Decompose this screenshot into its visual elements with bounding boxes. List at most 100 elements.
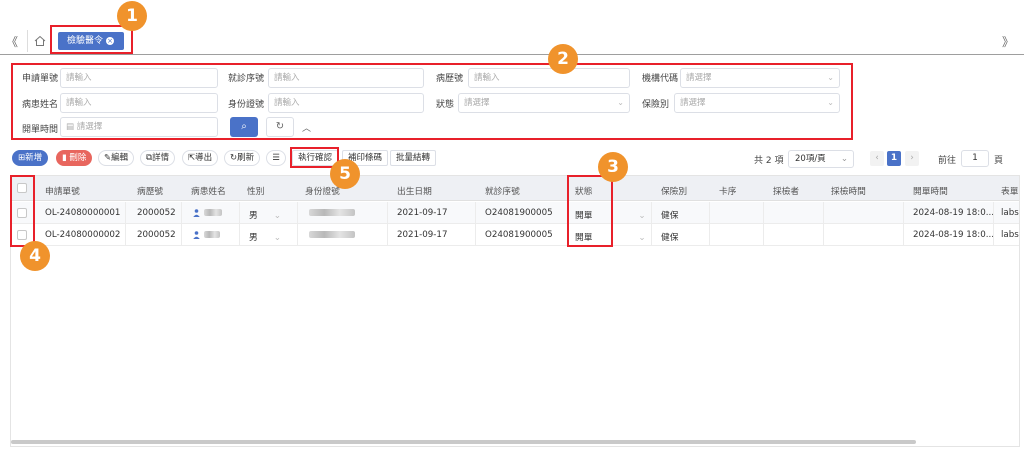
column-divider bbox=[903, 202, 904, 246]
th-patient-name[interactable]: 病患姓名 bbox=[191, 184, 226, 197]
delete-button[interactable]: ▮ 刪除 bbox=[56, 150, 93, 166]
redacted-name bbox=[204, 231, 220, 238]
cell-insurance: 健保 bbox=[661, 233, 679, 243]
column-divider bbox=[475, 202, 476, 246]
next-page-button[interactable]: › bbox=[905, 151, 919, 166]
cell-open-time: 2024-08-19 18:0... bbox=[913, 230, 995, 240]
chevron-down-icon: ⌄ bbox=[273, 211, 281, 221]
detail-button[interactable]: ⧉詳情 bbox=[140, 150, 176, 166]
page-number[interactable]: 1 bbox=[887, 151, 901, 166]
scroll-left-icon[interactable]: 《 bbox=[6, 33, 18, 50]
th-birth[interactable]: 出生日期 bbox=[397, 184, 432, 197]
orders-table: 申請單號 病歷號 病患姓名 性別 身份證號 出生日期 就診序號 狀態 保險別 卡… bbox=[10, 175, 1020, 447]
column-divider bbox=[651, 202, 652, 246]
cell-id-no bbox=[309, 230, 355, 240]
gender-value: 男 bbox=[249, 233, 258, 243]
column-divider bbox=[297, 202, 298, 246]
list-icon: ☰ bbox=[272, 153, 280, 163]
table-row[interactable]: OL-24080000002 2000052 男 ⌄ 2021-09-17 O24… bbox=[11, 224, 1019, 246]
delete-label: 刪除 bbox=[69, 153, 87, 163]
add-button[interactable]: ⊞新增 bbox=[12, 150, 49, 166]
goto-page-input[interactable]: 1 bbox=[961, 150, 989, 167]
callout-box-2 bbox=[11, 63, 853, 140]
goto-label: 前往 bbox=[938, 156, 957, 166]
chevron-down-icon: ⌄ bbox=[840, 154, 848, 164]
detail-label: 詳情 bbox=[152, 153, 170, 163]
cell-gender[interactable]: 男 ⌄ bbox=[249, 230, 281, 243]
th-id-no[interactable]: 身份證號 bbox=[305, 184, 340, 197]
th-mrn[interactable]: 病歷號 bbox=[137, 184, 163, 197]
column-divider bbox=[125, 202, 126, 246]
callout-box-4 bbox=[10, 175, 35, 247]
prev-page-button[interactable]: ‹ bbox=[870, 151, 884, 166]
column-divider bbox=[239, 202, 240, 246]
redacted-id bbox=[309, 209, 355, 216]
page-size-select[interactable]: 20項/頁 ⌄ bbox=[788, 150, 854, 168]
column-divider bbox=[709, 202, 710, 246]
th-form[interactable]: 表單 bbox=[1001, 184, 1018, 197]
table-row[interactable]: OL-24080000001 2000052 男 ⌄ 2021-09-17 O24… bbox=[11, 202, 1019, 224]
cell-mrn: 2000052 bbox=[137, 208, 176, 218]
table-header: 申請單號 病歷號 病患姓名 性別 身份證號 出生日期 就診序號 狀態 保險別 卡… bbox=[11, 176, 1019, 201]
refresh-button[interactable]: ↻刷新 bbox=[224, 150, 261, 166]
column-divider bbox=[763, 202, 764, 246]
callout-box-1 bbox=[50, 25, 133, 54]
cell-order-no: OL-24080000002 bbox=[45, 230, 121, 240]
callout-badge-4: 4 bbox=[20, 241, 50, 271]
cell-patient-name bbox=[193, 230, 220, 240]
export-button[interactable]: ⇱導出 bbox=[182, 150, 219, 166]
cell-mrn: 2000052 bbox=[137, 230, 176, 240]
redacted-id bbox=[309, 231, 355, 238]
batch-transfer-button[interactable]: 批量結轉 bbox=[390, 150, 437, 166]
user-icon bbox=[193, 208, 200, 217]
cell-birth: 2021-09-17 bbox=[397, 230, 448, 240]
th-visit-no[interactable]: 就診序號 bbox=[485, 184, 520, 197]
horizontal-scrollbar[interactable] bbox=[11, 440, 916, 444]
cell-patient-name bbox=[193, 208, 222, 218]
cell-insurance: 健保 bbox=[661, 211, 679, 221]
cell-id-no bbox=[309, 208, 355, 218]
tab-bar: 《 檢驗醫令 × 》 bbox=[0, 0, 1024, 55]
total-count: 共 2 項 bbox=[754, 156, 784, 166]
column-divider bbox=[993, 202, 994, 246]
edit-button[interactable]: ✎編輯 bbox=[98, 150, 135, 166]
callout-badge-2: 2 bbox=[548, 44, 578, 74]
column-settings-button[interactable]: ☰ bbox=[266, 150, 286, 166]
th-open-time[interactable]: 開單時間 bbox=[913, 184, 948, 197]
export-label: 導出 bbox=[195, 153, 213, 163]
th-collector[interactable]: 採檢者 bbox=[773, 184, 799, 197]
scroll-right-icon[interactable]: 》 bbox=[1002, 33, 1014, 50]
th-insurance[interactable]: 保險別 bbox=[661, 184, 687, 197]
redacted-name bbox=[204, 209, 222, 216]
cell-gender[interactable]: 男 ⌄ bbox=[249, 208, 281, 221]
refresh-label: 刷新 bbox=[237, 153, 255, 163]
callout-badge-5: 5 bbox=[330, 159, 360, 189]
column-divider bbox=[823, 202, 824, 246]
home-icon[interactable] bbox=[34, 35, 46, 47]
cell-visit-no: O24081900005 bbox=[485, 230, 553, 240]
add-label: 新增 bbox=[25, 153, 43, 163]
chevron-down-icon: ⌄ bbox=[638, 211, 646, 221]
column-divider bbox=[387, 202, 388, 246]
callout-badge-1: 1 bbox=[117, 1, 147, 31]
callout-box-3 bbox=[567, 175, 613, 247]
edit-label: 編輯 bbox=[111, 153, 129, 163]
column-divider bbox=[181, 202, 182, 246]
gender-value: 男 bbox=[249, 211, 258, 221]
page-size-value: 20項/頁 bbox=[795, 154, 826, 164]
th-card-seq[interactable]: 卡序 bbox=[719, 184, 736, 197]
cell-form: labs bbox=[1001, 230, 1019, 240]
cell-visit-no: O24081900005 bbox=[485, 208, 553, 218]
chevron-down-icon: ⌄ bbox=[273, 233, 281, 243]
callout-badge-3: 3 bbox=[598, 152, 628, 182]
divider bbox=[27, 30, 28, 52]
page-unit-label: 頁 bbox=[994, 156, 1004, 166]
cell-open-time: 2024-08-19 18:0... bbox=[913, 208, 995, 218]
th-order-no[interactable]: 申請單號 bbox=[45, 184, 80, 197]
cell-birth: 2021-09-17 bbox=[397, 208, 448, 218]
th-collect-time[interactable]: 採檢時間 bbox=[831, 184, 866, 197]
chevron-down-icon: ⌄ bbox=[638, 233, 646, 243]
cell-form: labs bbox=[1001, 208, 1019, 218]
th-gender[interactable]: 性別 bbox=[247, 184, 264, 197]
cell-order-no: OL-24080000001 bbox=[45, 208, 121, 218]
